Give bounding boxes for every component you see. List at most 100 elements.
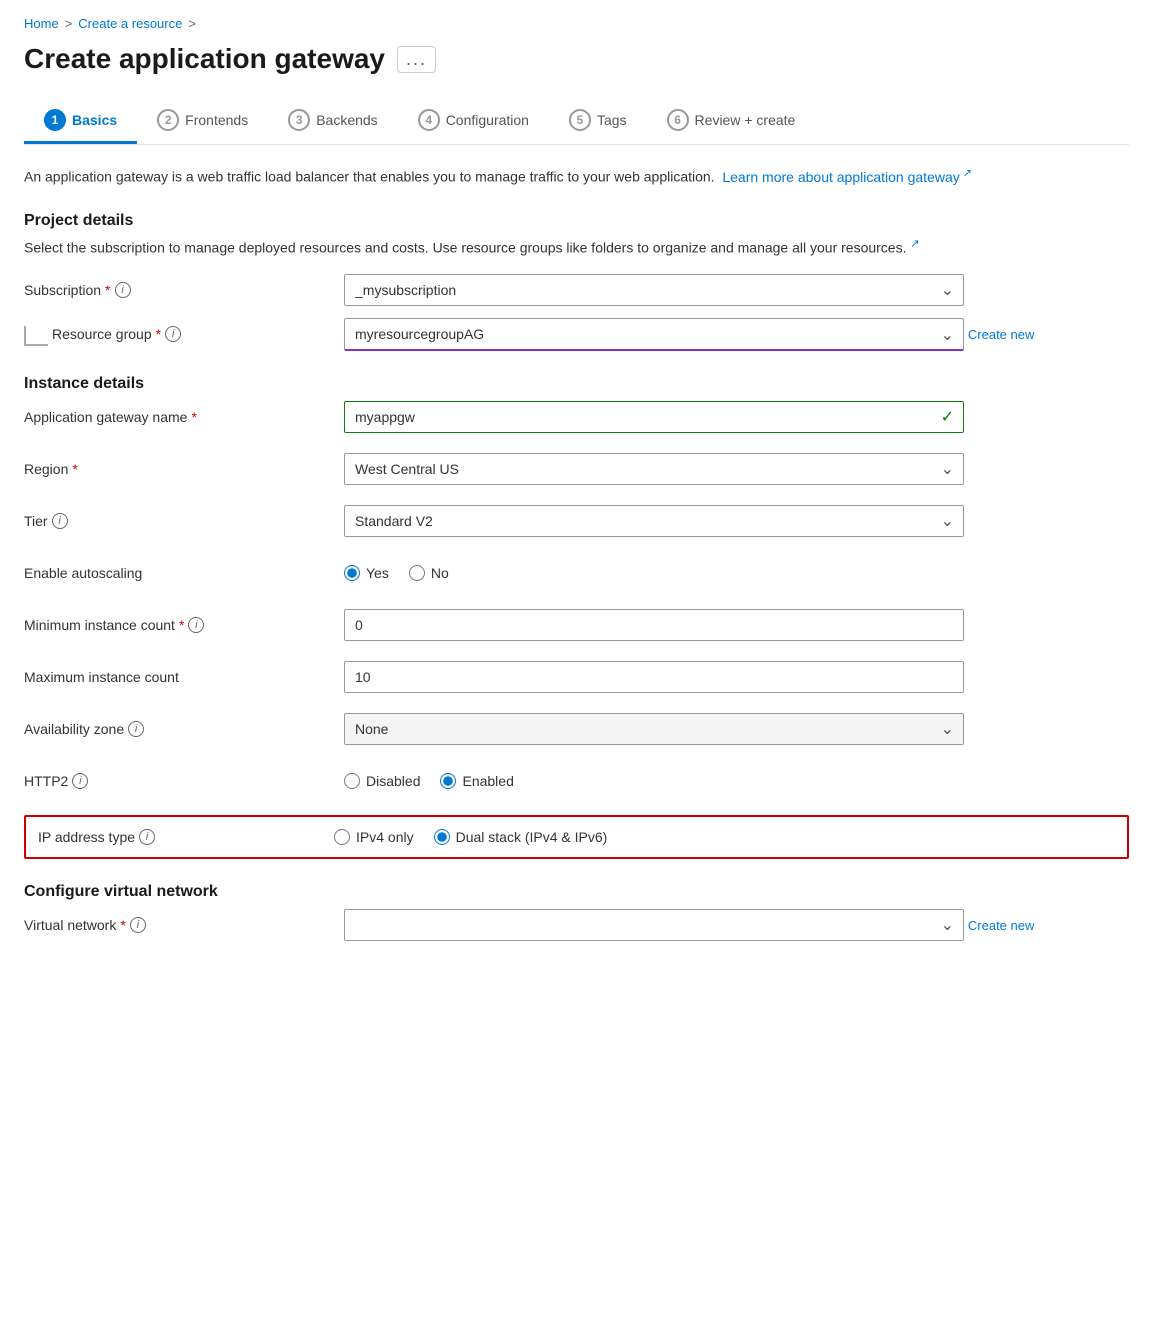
autoscaling-control: Yes No (344, 565, 1129, 581)
vnet-control: Create new (344, 909, 1129, 941)
region-control: West Central US (344, 453, 1129, 485)
tier-select[interactable]: Standard V2 (344, 505, 964, 537)
autoscaling-no-label: No (431, 565, 449, 581)
autoscaling-no-radio[interactable] (409, 565, 425, 581)
tab-backends-label: Backends (316, 112, 377, 128)
ipv4-only-option[interactable]: IPv4 only (334, 829, 414, 845)
resource-group-control: myresourcegroupAG Create new (344, 318, 1129, 351)
tab-review-label: Review + create (695, 112, 796, 128)
resource-group-row: Resource group * i myresourcegroupAG Cre… (24, 318, 1129, 351)
resource-group-info-icon[interactable]: i (165, 326, 181, 342)
tier-select-wrapper: Standard V2 (344, 505, 964, 537)
vnet-row: Virtual network * i Create new (24, 907, 1129, 943)
learn-more-link[interactable]: Learn more about application gateway ↗ (722, 169, 972, 185)
app-gateway-name-control: ✓ (344, 401, 1129, 433)
breadcrumb-sep2: > (188, 16, 196, 31)
dual-stack-option[interactable]: Dual stack (IPv4 & IPv6) (434, 829, 608, 845)
autoscaling-no-option[interactable]: No (409, 565, 449, 581)
vnet-section-title: Configure virtual network (24, 883, 1129, 901)
min-instance-label: Minimum instance count * i (24, 617, 344, 633)
tab-tags[interactable]: 5 Tags (549, 99, 647, 144)
tab-frontends-number: 2 (157, 109, 179, 131)
autoscaling-yes-radio[interactable] (344, 565, 360, 581)
autoscaling-yes-option[interactable]: Yes (344, 565, 389, 581)
tier-row: Tier i Standard V2 (24, 503, 1129, 539)
vnet-select[interactable] (344, 909, 964, 941)
breadcrumb-create-resource[interactable]: Create a resource (78, 16, 182, 31)
instance-details-title: Instance details (24, 375, 1129, 393)
tier-info-icon[interactable]: i (52, 513, 68, 529)
http2-disabled-radio[interactable] (344, 773, 360, 789)
vnet-required: * (120, 917, 125, 933)
availability-zone-info-icon[interactable]: i (128, 721, 144, 737)
ip-address-info-icon[interactable]: i (139, 829, 155, 845)
dual-stack-label: Dual stack (IPv4 & IPv6) (456, 829, 608, 845)
resource-group-label: Resource group * i (52, 318, 344, 342)
main-description: An application gateway is a web traffic … (24, 165, 1129, 188)
tab-configuration-label: Configuration (446, 112, 529, 128)
dual-stack-radio[interactable] (434, 829, 450, 845)
ip-address-label: IP address type i (38, 829, 334, 845)
ellipsis-button[interactable]: ... (397, 46, 436, 73)
tab-review-create[interactable]: 6 Review + create (647, 99, 816, 144)
tab-tags-number: 5 (569, 109, 591, 131)
autoscaling-radio-group: Yes No (344, 565, 1129, 581)
http2-radio-group: Disabled Enabled (344, 773, 1129, 789)
region-label: Region * (24, 461, 344, 477)
availability-zone-control: None (344, 713, 1129, 745)
http2-info-icon[interactable]: i (72, 773, 88, 789)
project-details-ext-icon: ↗ (910, 238, 919, 250)
subscription-info-icon[interactable]: i (115, 282, 131, 298)
page-title-row: Create application gateway ... (24, 43, 1129, 75)
min-instance-required: * (179, 617, 184, 633)
http2-enabled-option[interactable]: Enabled (440, 773, 513, 789)
resource-group-select[interactable]: myresourcegroupAG (344, 318, 964, 351)
subscription-select-wrapper: _mysubscription (344, 274, 964, 306)
availability-zone-row: Availability zone i None (24, 711, 1129, 747)
subscription-required: * (105, 282, 110, 298)
max-instance-input[interactable] (344, 661, 964, 693)
availability-zone-select[interactable]: None (344, 713, 964, 745)
resource-group-required: * (156, 326, 161, 342)
tier-control: Standard V2 (344, 505, 1129, 537)
tier-label: Tier i (24, 513, 344, 529)
ip-address-radio-group: IPv4 only Dual stack (IPv4 & IPv6) (334, 829, 1115, 845)
vnet-select-wrapper (344, 909, 964, 941)
tab-frontends[interactable]: 2 Frontends (137, 99, 268, 144)
vnet-label: Virtual network * i (24, 917, 344, 933)
resource-group-select-wrapper: myresourcegroupAG (344, 318, 964, 351)
min-instance-row: Minimum instance count * i (24, 607, 1129, 643)
tab-review-number: 6 (667, 109, 689, 131)
ip-address-section: IP address type i IPv4 only Dual stack (… (24, 815, 1129, 859)
subscription-control: _mysubscription (344, 274, 1129, 306)
app-gateway-name-input[interactable] (344, 401, 964, 433)
subscription-label: Subscription * i (24, 282, 344, 298)
vnet-info-icon[interactable]: i (130, 917, 146, 933)
ipv4-only-radio[interactable] (334, 829, 350, 845)
subscription-row: Subscription * i _mysubscription (24, 274, 1129, 306)
resource-group-indent (24, 326, 48, 346)
max-instance-control (344, 661, 1129, 693)
min-instance-input[interactable] (344, 609, 964, 641)
region-select[interactable]: West Central US (344, 453, 964, 485)
region-select-wrapper: West Central US (344, 453, 964, 485)
app-gateway-name-row: Application gateway name * ✓ (24, 399, 1129, 435)
tab-backends[interactable]: 3 Backends (268, 99, 397, 144)
ip-address-control: IPv4 only Dual stack (IPv4 & IPv6) (334, 829, 1115, 845)
project-details-desc: Select the subscription to manage deploy… (24, 236, 1129, 259)
autoscaling-label: Enable autoscaling (24, 565, 344, 581)
tab-backends-number: 3 (288, 109, 310, 131)
tab-tags-label: Tags (597, 112, 627, 128)
breadcrumb-home[interactable]: Home (24, 16, 59, 31)
tab-basics[interactable]: 1 Basics (24, 99, 137, 144)
http2-enabled-radio[interactable] (440, 773, 456, 789)
availability-zone-select-wrapper: None (344, 713, 964, 745)
tab-configuration[interactable]: 4 Configuration (398, 99, 549, 144)
resource-group-create-new[interactable]: Create new (968, 327, 1034, 342)
min-instance-info-icon[interactable]: i (188, 617, 204, 633)
http2-control: Disabled Enabled (344, 773, 1129, 789)
vnet-create-new[interactable]: Create new (968, 918, 1034, 933)
http2-disabled-option[interactable]: Disabled (344, 773, 420, 789)
subscription-select[interactable]: _mysubscription (344, 274, 964, 306)
autoscaling-yes-label: Yes (366, 565, 389, 581)
